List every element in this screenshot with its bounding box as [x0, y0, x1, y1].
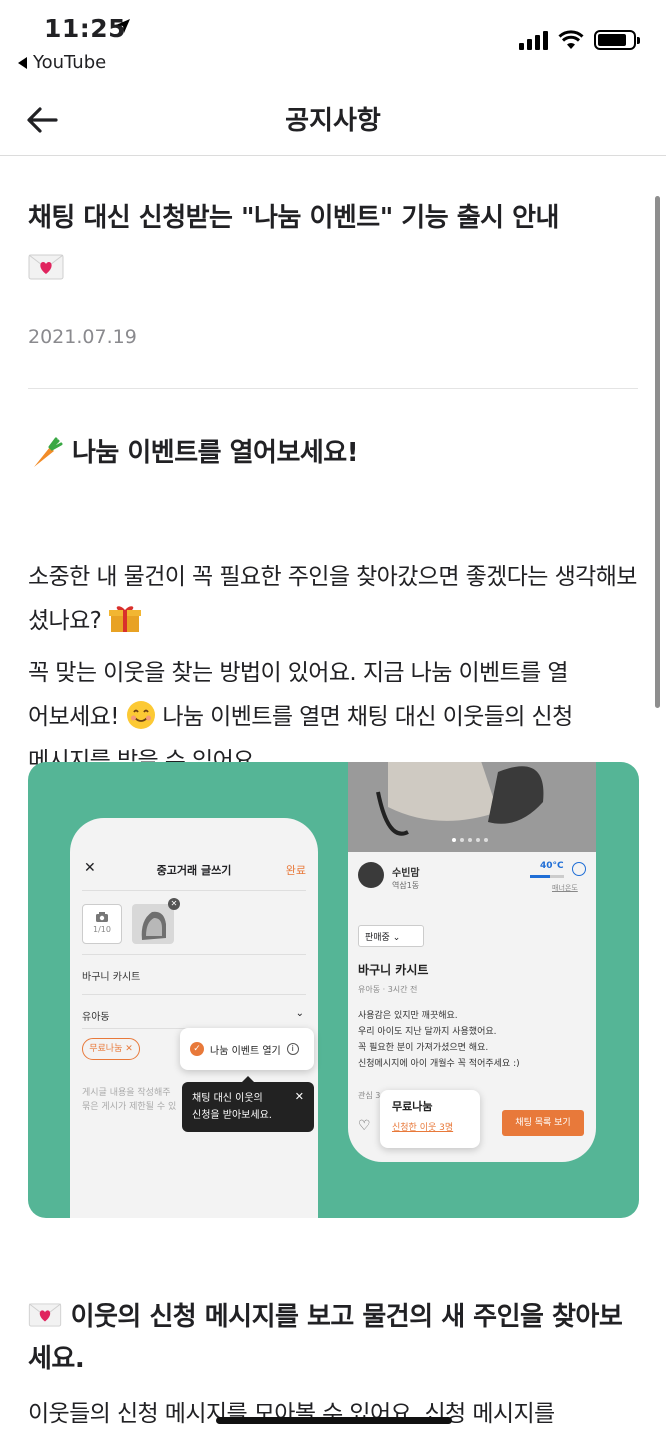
paragraph-1: 소중한 내 물건이 꼭 필요한 주인을 찾아갔으면 좋겠다는 생각해보셨나요?	[28, 555, 640, 643]
envelope-heart-icon	[28, 254, 64, 279]
back-app-label: YouTube	[33, 52, 107, 73]
page-title: 공지사항	[285, 106, 381, 136]
done-label: 완료	[285, 864, 306, 877]
chevron-down-icon: ⌄	[295, 1008, 304, 1019]
user-name: 수빈맘	[392, 868, 420, 879]
back-to-app-link[interactable]: YouTube	[18, 52, 106, 73]
feature-illustration: ✕ 중고거래 글쓰기 완료 1/10 ✕ 바구니 카시트 유아동 ⌄ 무료나눔 …	[28, 762, 639, 1218]
location-arrow-icon	[116, 19, 130, 33]
nav-bar: 공지사항	[0, 80, 666, 156]
category-field: 유아동	[82, 1012, 110, 1023]
envelope-heart-icon	[28, 1303, 62, 1327]
item-meta: 유아동 · 3시간 전	[358, 985, 418, 994]
temperature-bar	[530, 875, 564, 878]
manner-temperature: 40°C	[540, 861, 564, 871]
free-share-popup: 무료나눔 신청한 이웃 3명	[380, 1090, 480, 1148]
applicant-count: 신청한 이웃 3명	[392, 1123, 454, 1133]
notice-content: 채팅 대신 신청받는 "나눔 이벤트" 기능 출시 안내 2021.07.19 …	[28, 156, 640, 783]
check-icon: ✓	[190, 1042, 204, 1056]
camera-icon: 1/10	[82, 904, 122, 944]
desc-line: 우리 아이도 지난 달까지 사용했어요.	[358, 1027, 497, 1037]
back-triangle-icon	[18, 56, 27, 69]
battery-icon	[594, 30, 640, 50]
chat-list-button: 채팅 목록 보기	[502, 1110, 584, 1136]
item-title-field: 바구니 카시트	[82, 972, 141, 983]
paragraph-2-line1: 꼭 맞는 이웃을 찾는 방법이 있어요. 지금 나눔 이벤트를 열	[28, 660, 569, 686]
free-share-title: 무료나눔	[392, 1100, 433, 1113]
write-post-phone: ✕ 중고거래 글쓰기 완료 1/10 ✕ 바구니 카시트 유아동 ⌄ 무료나눔 …	[70, 818, 318, 1218]
desc-line: 사용감은 있지만 깨끗해요.	[358, 1011, 458, 1021]
tooltip: 채팅 대신 이웃의 신청을 받아보세요. ✕	[182, 1076, 314, 1132]
item-description: 사용감은 있지만 깨끗해요. 우리 아이도 지난 달까지 사용했어요. 꼭 필요…	[358, 1008, 520, 1072]
status-bar: 11:25 YouTube	[0, 0, 666, 80]
status-select: 판매중 ⌄	[358, 925, 424, 947]
section-title-2: 이웃의 신청 메시지를 보고 물건의 새 주인을 찾아보세요.	[28, 1296, 640, 1380]
section-title-1-text: 나눔 이벤트를 열어보세요!	[72, 438, 359, 468]
scrollbar[interactable]	[655, 196, 660, 708]
info-icon: i	[286, 1043, 299, 1055]
post-title: 채팅 대신 신청받는 "나눔 이벤트" 기능 출시 안내	[28, 194, 640, 290]
paragraph-2-line2a: 어보세요!	[28, 704, 119, 730]
tooltip-line2: 신청을 받아보세요.	[192, 1110, 272, 1121]
free-share-chip: 무료나눔 ✕	[82, 1038, 140, 1060]
share-event-toggle: ✓ 나눔 이벤트 열기 i	[180, 1028, 314, 1070]
carrot-icon	[34, 437, 63, 467]
heart-icon: ♡	[358, 1118, 371, 1134]
post-title-text: 채팅 대신 신청받는 "나눔 이벤트" 기능 출시 안내	[28, 203, 559, 233]
smile-icon	[572, 862, 586, 876]
section-title-2-text: 이웃의 신청 메시지를 보고 물건의 새 주인을 찾아보세요.	[28, 1302, 623, 1374]
share-event-toggle-label: 나눔 이벤트 열기	[210, 1045, 281, 1057]
close-icon: ✕	[294, 1090, 304, 1103]
section-title-1: 나눔 이벤트를 열어보세요!	[28, 433, 640, 473]
tooltip-line1: 채팅 대신 이웃의	[192, 1093, 263, 1104]
item-title: 바구니 카시트	[358, 963, 429, 977]
write-post-title: 중고거래 글쓰기	[156, 864, 232, 877]
avatar	[358, 862, 384, 888]
gift-icon	[109, 606, 142, 632]
home-indicator[interactable]	[216, 1417, 452, 1424]
signal-icon	[519, 30, 548, 50]
paragraph-3: 이웃들의 신청 메시지를 모아볼 수 있어요. 신청 메시지를	[28, 1401, 555, 1427]
user-location: 역삼1동	[392, 881, 420, 890]
system-icons	[519, 30, 640, 50]
desc-line: 신청메시지에 아이 개월수 꼭 적어주세요 :)	[358, 1059, 520, 1069]
car-seat-thumbnail	[132, 904, 174, 944]
post-date: 2021.07.19	[28, 326, 137, 348]
smile-icon	[126, 701, 155, 729]
content-placeholder: 게시글 내용을 작성해주 묶은 게시가 제한될 수 있	[82, 1086, 176, 1114]
photo-count: 1/10	[93, 925, 111, 934]
desc-line: 꼭 필요한 분이 가져가셨으면 해요.	[358, 1043, 489, 1053]
manner-label: 매너온도	[552, 884, 578, 892]
placeholder-line1: 게시글 내용을 작성해주	[82, 1088, 171, 1098]
placeholder-line2: 묶은 게시가 제한될 수 있	[82, 1102, 177, 1112]
divider	[28, 388, 638, 389]
remove-photo-icon: ✕	[168, 898, 180, 910]
status-time: 11:25	[44, 14, 127, 43]
status-select-value: 판매중	[365, 933, 390, 943]
wifi-icon	[558, 30, 584, 49]
product-photo	[348, 762, 596, 852]
paragraph-2-line2b: 나눔 이벤트를 열면 채팅 대신 이웃들의 신청	[162, 704, 573, 730]
